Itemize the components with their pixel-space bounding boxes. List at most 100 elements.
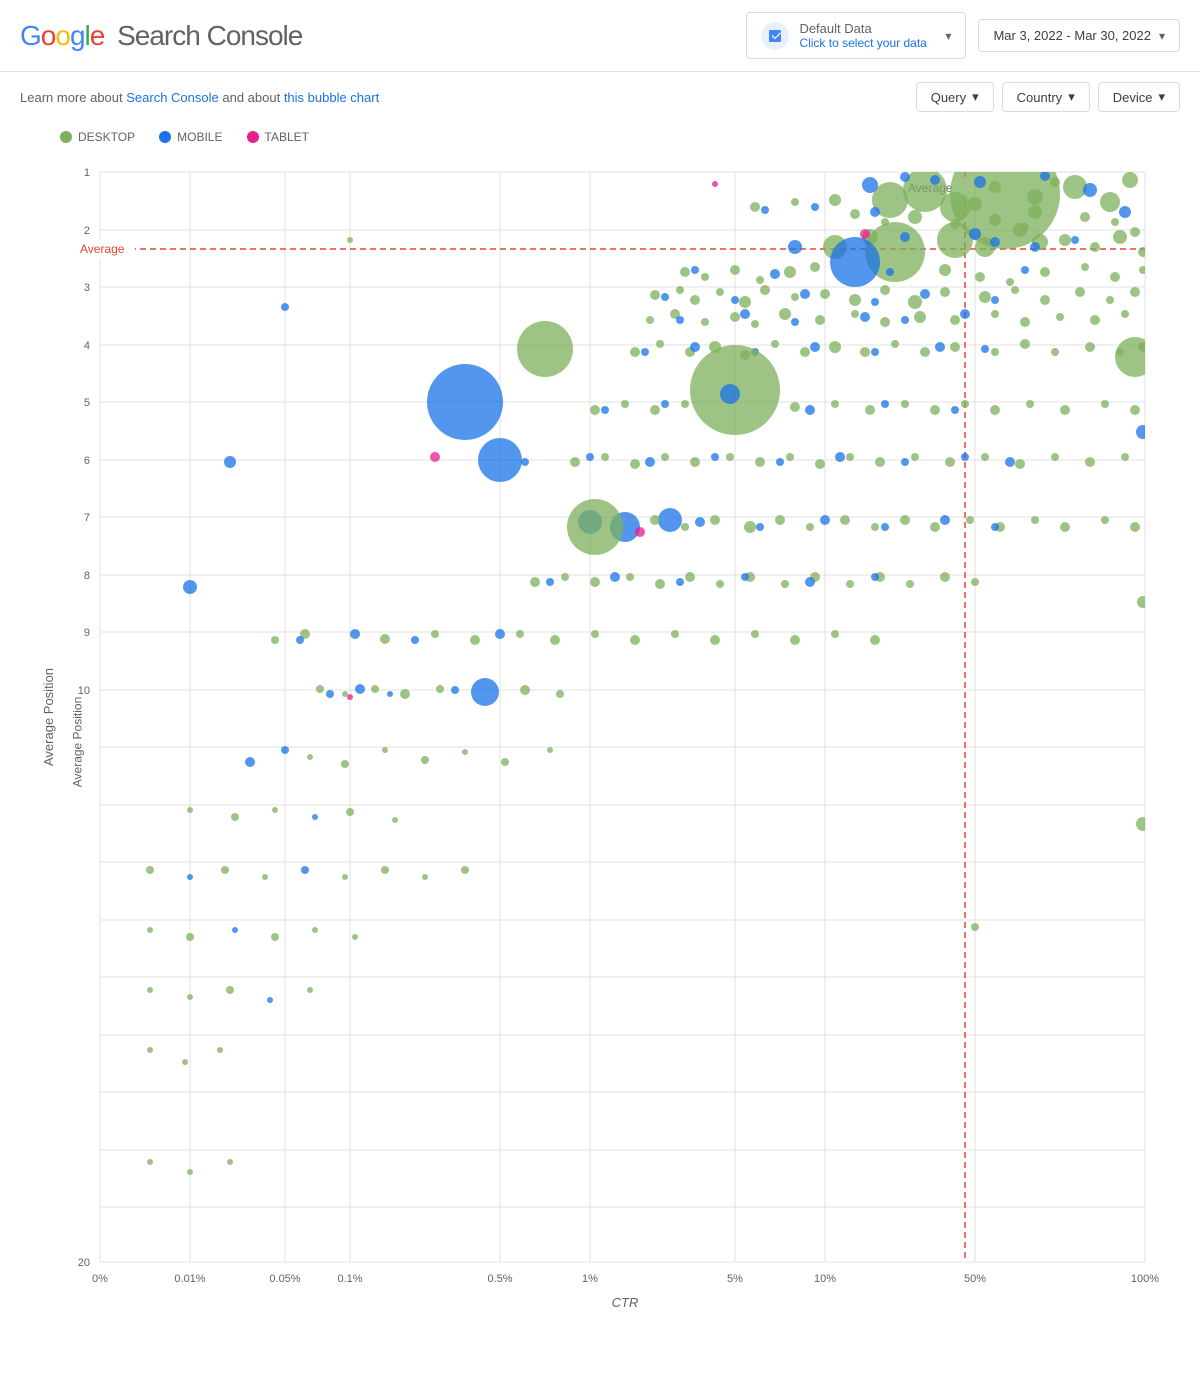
- bubble-m-y35-4: [860, 312, 870, 322]
- bubble-d-y6-1: [570, 457, 580, 467]
- bubble-m-y35-2: [740, 309, 750, 319]
- bubble-d-outlier-r3: [1137, 596, 1149, 608]
- bubble-d-y6-11: [875, 457, 885, 467]
- bubble-mobile-top-7: [1119, 206, 1131, 218]
- bubble-d-y4-14: [1020, 339, 1030, 349]
- bubble-d-y25-10: [1040, 267, 1050, 277]
- bubble-m-y25-1: [691, 266, 699, 274]
- country-filter-button[interactable]: Country ▾: [1002, 82, 1090, 112]
- avg-side-label: Average: [80, 242, 125, 256]
- bubble-m-sparse-1: [224, 456, 236, 468]
- bubble-d-y5-4: [681, 400, 689, 408]
- bubble-d-sparse-4: [346, 808, 354, 816]
- bubble-m-y10-large: [471, 678, 499, 706]
- bubble-desktop-sm-1: [1122, 172, 1138, 188]
- bubble-m-y2-large: [830, 237, 880, 287]
- bubble-d-y5-10: [961, 400, 969, 408]
- bubble-m-y25-3: [886, 268, 894, 276]
- bubble-d-y6-16: [1051, 453, 1059, 461]
- bubble-d-y3-16: [1075, 287, 1085, 297]
- bubble-d-y3-7: [791, 293, 799, 301]
- bubble-d-y7-9: [900, 515, 910, 525]
- bubble-d-y7-16: [1130, 522, 1140, 532]
- bubble-m-y7-3: [658, 508, 682, 532]
- bubble-d-r1-2: [791, 198, 799, 206]
- bubble-d-y3-2: [676, 286, 684, 294]
- bubble-m-y10-4: [451, 686, 459, 694]
- bubble-d-y6-15: [1015, 459, 1025, 469]
- query-filter-button[interactable]: Query ▾: [916, 82, 994, 112]
- bubble-d-y25-9: [1006, 278, 1014, 286]
- date-range-button[interactable]: Mar 3, 2022 - Mar 30, 2022 ▾: [978, 19, 1180, 52]
- x-tick-0: 0%: [92, 1273, 108, 1285]
- bubble-d-cluster-1: [989, 181, 1001, 193]
- bubble-d-y9-15: [870, 635, 880, 645]
- bubble-d-y4-large: [517, 321, 573, 377]
- bubble-m-sparse-2: [281, 303, 289, 311]
- bubble-d-y25-8: [975, 272, 985, 282]
- bubble-d-y4-1: [630, 347, 640, 357]
- x-tick-100: 100%: [1131, 1273, 1159, 1285]
- bubble-d-y6-18: [1121, 453, 1129, 461]
- bubble-m-y15-1: [232, 927, 238, 933]
- bubble-d-r1-8: [989, 214, 1001, 226]
- data-icon: [761, 22, 789, 50]
- y-tick-7: 7: [84, 512, 90, 524]
- bubble-d-y4-8: [829, 341, 841, 353]
- data-selector-arrow: ▾: [945, 29, 951, 43]
- bubble-d-y25-12: [1110, 272, 1120, 282]
- bubble-t-y6: [430, 452, 440, 462]
- y-tick-5: 5: [84, 397, 90, 409]
- bubble-d-y5-12: [1026, 400, 1034, 408]
- bubble-m-y4-4: [810, 342, 820, 352]
- x-tick-10: 10%: [814, 1273, 836, 1285]
- bubble-d-y3-3: [690, 295, 700, 305]
- bubble-d-y8-11: [846, 580, 854, 588]
- bubble-d-y7-14: [1060, 522, 1070, 532]
- bubble-m-y5-large: [427, 364, 503, 440]
- bubble-d-y3-11: [908, 295, 922, 309]
- bubble-d-y9-4: [431, 630, 439, 638]
- bubble-d-y9-5: [470, 635, 480, 645]
- date-arrow: ▾: [1159, 29, 1165, 43]
- bubble-m-y7-s2: [756, 523, 764, 531]
- bubble-m-y5-1: [601, 406, 609, 414]
- legend: DESKTOP MOBILE TABLET: [0, 122, 1200, 152]
- bubble-desktop-med-4: [1063, 175, 1087, 199]
- device-filter-button[interactable]: Device ▾: [1098, 82, 1180, 112]
- chart-container: Average Position: [20, 152, 1180, 1332]
- bubble-d-y9-9: [630, 635, 640, 645]
- bubble-d-y4-12: [950, 342, 960, 352]
- logo: Google Search Console: [20, 20, 302, 52]
- bubble-m-y5-3: [805, 405, 815, 415]
- bubble-d-y35-6: [779, 308, 791, 320]
- bubble-m-y3-5: [920, 289, 930, 299]
- sub-header: Learn more about Search Console and abou…: [0, 72, 1200, 122]
- y-tick-1: 1: [84, 167, 90, 179]
- y-tick-3: 3: [84, 282, 90, 294]
- bubble-d-r1-4: [850, 209, 860, 219]
- search-console-link[interactable]: Search Console: [126, 90, 219, 105]
- y-tick-4: 4: [84, 340, 90, 352]
- bubble-m-y7-s3: [820, 515, 830, 525]
- y-tick-2: 2: [84, 225, 90, 237]
- bubble-d-y3-1: [650, 290, 660, 300]
- bubble-d-y2-8: [1090, 242, 1100, 252]
- bubble-d-y6-9: [815, 459, 825, 469]
- bubble-chart-link[interactable]: this bubble chart: [284, 90, 379, 105]
- bubble-d-y2-3: [937, 222, 973, 258]
- bubble-m-y6-9: [1005, 457, 1015, 467]
- bubble-m-y25-4: [1021, 266, 1029, 274]
- bubble-d-y7-11: [966, 516, 974, 524]
- bubble-m-y8-1: [546, 578, 554, 586]
- bubble-d-y6-5: [690, 457, 700, 467]
- bubble-m-y9-2: [350, 629, 360, 639]
- bubble-d-sparse-7: [221, 866, 229, 874]
- bubble-d-y25-3: [730, 265, 740, 275]
- bubble-m-y8-5: [805, 577, 815, 587]
- bubble-m-y35-6: [960, 309, 970, 319]
- data-selector-button[interactable]: Default Data Click to select your data ▾: [746, 12, 966, 59]
- bubble-m-y2-6: [1071, 236, 1079, 244]
- bubble-m-sparse-3: [312, 814, 318, 820]
- y-axis-label: Average Position: [41, 668, 56, 766]
